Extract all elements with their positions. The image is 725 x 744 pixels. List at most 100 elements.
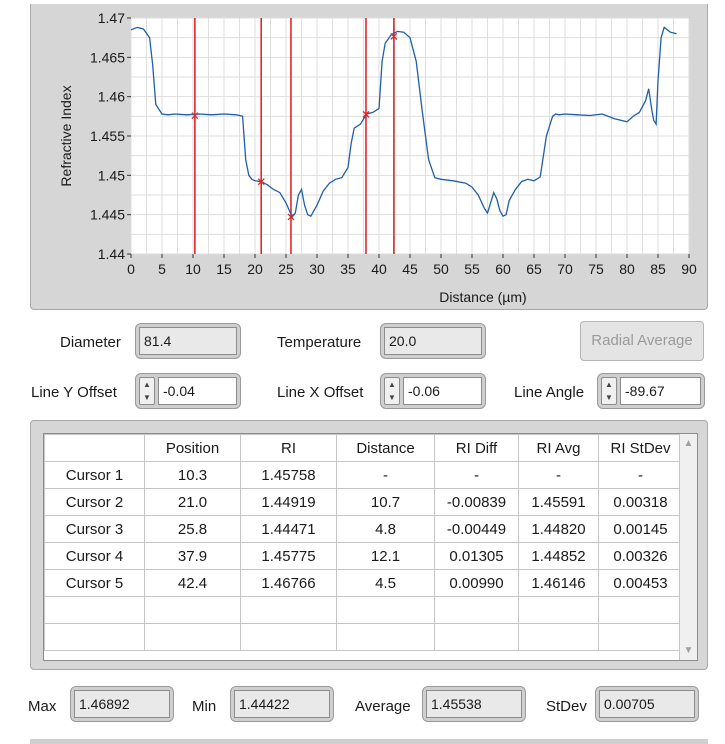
table-cell: 1.46766: [240, 569, 337, 597]
line-y-offset-input[interactable]: -0.04: [158, 377, 237, 405]
line-y-offset-label: Line Y Offset: [31, 384, 117, 401]
table-row[interactable]: Cursor 1 10.3 1.45758- - - -: [44, 461, 683, 489]
table-cell: [518, 596, 599, 624]
table-header-row: Position RI Distance RI Diff RI Avg RI S…: [44, 434, 683, 462]
line-x-offset-input[interactable]: -0.06: [403, 377, 482, 405]
stdev-label: StDev: [546, 698, 587, 715]
x-tick-label: 55: [464, 261, 480, 277]
scroll-up-icon[interactable]: ▲: [684, 438, 694, 449]
stdev-field: 0.00705: [595, 686, 699, 722]
column-header: RI: [240, 434, 337, 462]
y-tick-label: 1.455: [90, 128, 125, 144]
table-cell: 12.1: [336, 542, 435, 570]
cursor-table[interactable]: Position RI Distance RI Diff RI Avg RI S…: [43, 433, 698, 661]
table-cell: [44, 596, 145, 624]
table-cell: 21.0: [144, 488, 241, 516]
x-tick-label: 70: [557, 261, 573, 277]
x-tick-label: 15: [216, 261, 232, 277]
x-tick-label: 25: [278, 261, 294, 277]
table-row[interactable]: [44, 623, 683, 651]
x-tick-label: 80: [619, 261, 635, 277]
table-cell: 42.4: [144, 569, 241, 597]
x-tick-label: 50: [433, 261, 449, 277]
spin-up-icon[interactable]: ▲: [143, 380, 151, 389]
column-header: RI Avg: [518, 434, 599, 462]
table-cell: 0.00145: [598, 515, 683, 543]
table-row[interactable]: [44, 596, 683, 624]
spin-down-icon[interactable]: ▼: [388, 393, 396, 402]
average-value: 1.45538: [426, 690, 522, 718]
refractive-index-chart[interactable]: 0 5 10 15 20 25 30 35 40 45 50 55 60 65 70 75 80 85 90 1.44…: [31, 4, 709, 310]
table-cell: Cursor 5: [44, 569, 145, 597]
column-header: RI StDev: [598, 434, 683, 462]
line-y-offset-stepper[interactable]: ▲ ▼: [139, 377, 155, 405]
table-cell: 4.8: [336, 515, 435, 543]
x-tick-label: 0: [127, 261, 135, 277]
average-field: 1.45538: [422, 686, 526, 722]
x-tick-label: 75: [588, 261, 604, 277]
table-cell: [336, 596, 435, 624]
x-tick-label: 5: [158, 261, 166, 277]
table-cell: [144, 623, 241, 651]
table-cell: -0.00449: [434, 515, 519, 543]
table-cell: [144, 596, 241, 624]
y-tick-label: 1.45: [98, 167, 125, 183]
table-cell: 1.44919: [240, 488, 337, 516]
table-cell: 1.45591: [518, 488, 599, 516]
table-cell: Cursor 4: [44, 542, 145, 570]
table-cell: [336, 623, 435, 651]
spin-down-icon[interactable]: ▼: [143, 393, 151, 402]
line-x-offset-stepper[interactable]: ▲ ▼: [384, 377, 400, 405]
average-label: Average: [355, 698, 411, 715]
table-row[interactable]: Cursor 4 37.9 1.45775 12.1 0.01305 1.44852 0.0…: [44, 542, 683, 570]
table-cell: [598, 596, 683, 624]
table-cell: 0.00453: [598, 569, 683, 597]
temperature-value: 20.0: [384, 327, 482, 355]
table-cell: 4.5: [336, 569, 435, 597]
radial-average-button[interactable]: Radial Average: [580, 321, 704, 361]
line-angle-stepper[interactable]: ▲ ▼: [601, 377, 617, 405]
table-cell: [434, 623, 519, 651]
table-cell: -0.00839: [434, 488, 519, 516]
x-tick-label: 10: [185, 261, 201, 277]
bottom-divider: [30, 739, 708, 744]
line-y-offset-control[interactable]: ▲ ▼ -0.04: [135, 373, 241, 409]
x-axis-label: Distance (µm): [439, 289, 526, 305]
table-cell: [598, 623, 683, 651]
max-value: 1.46892: [74, 690, 170, 718]
temperature-field: 20.0: [380, 323, 486, 359]
y-tick-label: 1.46: [98, 89, 125, 105]
table-cell: 1.45758: [240, 461, 337, 489]
spin-up-icon[interactable]: ▲: [605, 380, 613, 389]
table-cell: 0.00990: [434, 569, 519, 597]
table-row[interactable]: Cursor 3 25.8 1.44471 4.8 -0.00449 1.44820 0.0…: [44, 515, 683, 543]
column-header: Distance: [336, 434, 435, 462]
line-angle-input[interactable]: -89.67: [620, 377, 701, 405]
line-x-offset-label: Line X Offset: [277, 384, 364, 401]
table-cell: 10.7: [336, 488, 435, 516]
spin-up-icon[interactable]: ▲: [388, 380, 396, 389]
table-row[interactable]: Cursor 5 42.4 1.46766 4.5 0.00990 1.46146 0.00…: [44, 569, 683, 597]
x-tick-label: 40: [371, 261, 387, 277]
table-cell: [44, 623, 145, 651]
line-angle-control[interactable]: ▲ ▼ -89.67: [597, 373, 705, 409]
table-cell: Cursor 3: [44, 515, 145, 543]
y-tick-label: 1.47: [98, 10, 125, 26]
table-row[interactable]: Cursor 2 21.0 1.44919 10.7 -0.00839 1.45591 0.…: [44, 488, 683, 516]
spin-down-icon[interactable]: ▼: [605, 393, 613, 402]
x-tick-label: 85: [650, 261, 666, 277]
table-cell: Cursor 1: [44, 461, 145, 489]
scroll-down-icon[interactable]: ▼: [684, 645, 694, 656]
table-cell: 0.00326: [598, 542, 683, 570]
line-x-offset-control[interactable]: ▲ ▼ -0.06: [380, 373, 486, 409]
table-cell: 10.3: [144, 461, 241, 489]
table-cell: [434, 596, 519, 624]
y-tick-label: 1.44: [98, 246, 125, 262]
table-cell: 1.44852: [518, 542, 599, 570]
x-tick-label: 45: [402, 261, 418, 277]
column-header: RI Diff: [434, 434, 519, 462]
table-cell: [240, 596, 337, 624]
table-scrollbar[interactable]: ▲ ▼: [679, 434, 697, 660]
max-label: Max: [28, 698, 57, 715]
table-cell: 1.44820: [518, 515, 599, 543]
